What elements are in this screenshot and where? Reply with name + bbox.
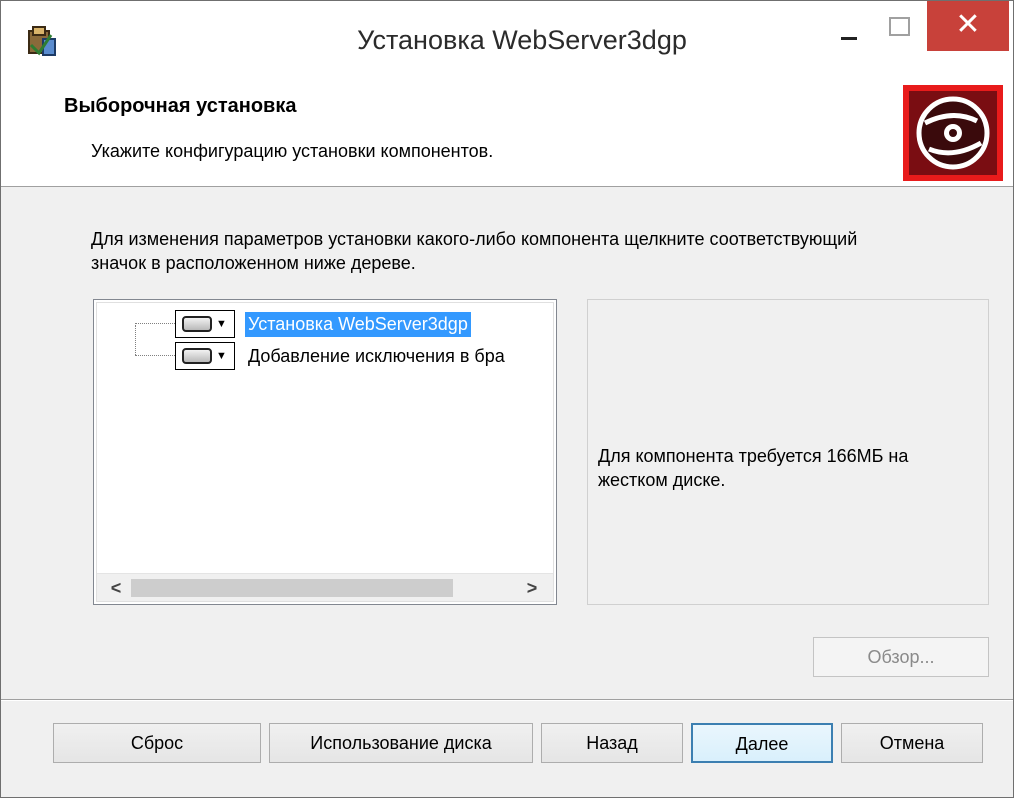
tree-item-label[interactable]: Установка WebServer3dgp bbox=[245, 311, 471, 337]
installer-window: Установка WebServer3dgp ✕ Выборочная уст… bbox=[0, 0, 1014, 798]
title-bar: Установка WebServer3dgp ✕ bbox=[1, 1, 1013, 85]
disc-icon bbox=[903, 85, 1003, 181]
page-subtitle: Укажите конфигурацию установки компонент… bbox=[91, 141, 494, 161]
horizontal-scrollbar[interactable]: < > bbox=[97, 573, 553, 601]
chevron-down-icon: ▼ bbox=[216, 317, 227, 330]
next-button[interactable]: Далее bbox=[691, 723, 833, 763]
feature-state-dropdown[interactable]: ▼ bbox=[175, 310, 235, 338]
tree-connector bbox=[135, 323, 175, 324]
close-icon[interactable]: ✕ bbox=[927, 1, 1009, 51]
disk-usage-button[interactable]: Использование диска bbox=[269, 723, 533, 763]
reset-button[interactable]: Сброс bbox=[53, 723, 261, 763]
page-title: Выборочная установка bbox=[64, 95, 297, 117]
scroll-right-icon[interactable]: > bbox=[519, 576, 545, 600]
tree-connector bbox=[135, 355, 175, 356]
feature-tree-viewport: ▼ Установка WebServer3dgp ▼ Добавление и… bbox=[96, 302, 554, 602]
browse-button[interactable]: Обзор... bbox=[813, 637, 989, 677]
feature-tree[interactable]: ▼ Установка WebServer3dgp ▼ Добавление и… bbox=[93, 299, 557, 605]
scrollbar-thumb[interactable] bbox=[131, 579, 453, 597]
cancel-button[interactable]: Отмена bbox=[841, 723, 983, 763]
tree-item-webserver[interactable]: ▼ Установка WebServer3dgp bbox=[175, 309, 471, 339]
feature-state-dropdown[interactable]: ▼ bbox=[175, 342, 235, 370]
maximize-icon[interactable] bbox=[875, 7, 921, 49]
divider bbox=[1, 699, 1013, 701]
drive-icon bbox=[182, 316, 212, 332]
instructions-text: Для изменения параметров установки каког… bbox=[91, 229, 858, 273]
minimize-icon[interactable] bbox=[827, 7, 873, 49]
scroll-left-icon[interactable]: < bbox=[103, 576, 129, 600]
tree-connector bbox=[135, 325, 136, 355]
header-banner: Выборочная установка Укажите конфигураци… bbox=[1, 85, 1013, 187]
tree-item-firewall-exception[interactable]: ▼ Добавление исключения в бра bbox=[175, 341, 508, 371]
tree-item-label[interactable]: Добавление исключения в бра bbox=[245, 344, 508, 369]
feature-info-panel: Для компонента требуется 166МБ на жестко… bbox=[587, 299, 989, 605]
drive-icon bbox=[182, 348, 212, 364]
disk-requirement-text: Для компонента требуется 166МБ на жестко… bbox=[598, 446, 909, 490]
back-button[interactable]: Назад bbox=[541, 723, 683, 763]
chevron-down-icon: ▼ bbox=[216, 349, 227, 362]
